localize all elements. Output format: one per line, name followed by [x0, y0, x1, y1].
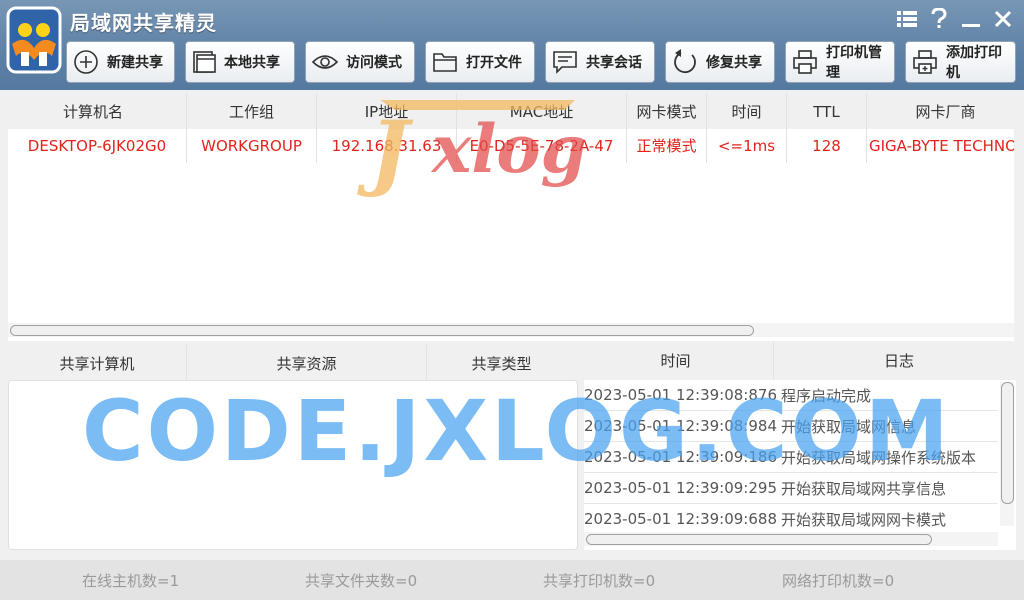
cell-nic-vendor: GIGA-BYTE TECHNO	[869, 137, 1014, 155]
col-computer-name[interactable]: 计算机名	[0, 93, 187, 131]
printer-manage-button[interactable]: 打印机管理	[785, 41, 895, 83]
log-hscroll-thumb[interactable]	[586, 534, 932, 545]
col-share-resource[interactable]: 共享资源	[187, 345, 427, 383]
list-item[interactable]: 2023-05-01 12:39:09:186 开始获取局域网操作系统版本	[584, 442, 998, 473]
hosts-hscrollbar[interactable]	[8, 323, 1014, 337]
log-list: 2023-05-01 12:39:08:876 程序启动完成 2023-05-01…	[584, 380, 998, 535]
cell-time: <=1ms	[707, 129, 787, 163]
hosts-table-header: 计算机名 工作组 IP地址 MAC地址 网卡模式 时间 TTL 网卡厂商	[0, 93, 1024, 131]
log-vscrollbar[interactable]	[1000, 382, 1014, 526]
folder-icon	[433, 53, 457, 72]
repair-share-button[interactable]: 修复共享	[665, 41, 775, 83]
col-mac[interactable]: MAC地址	[457, 93, 627, 131]
windows-icon	[193, 51, 216, 73]
col-time[interactable]: 时间	[707, 93, 787, 131]
shares-table-body	[8, 380, 578, 550]
cell-ip: 192.168.31.63	[317, 129, 457, 163]
local-share-button[interactable]: 本地共享	[185, 41, 295, 83]
col-workgroup[interactable]: 工作组	[187, 93, 317, 131]
chat-icon	[553, 51, 577, 74]
access-mode-button[interactable]: 访问模式	[305, 41, 415, 83]
cell-mac: E0-D5-5E-78-2A-47	[457, 129, 627, 163]
col-log-text[interactable]: 日志	[774, 342, 1024, 380]
col-nic-vendor[interactable]: 网卡厂商	[867, 93, 1024, 131]
cell-computer-name: DESKTOP-6JK02G0	[8, 129, 187, 163]
log-hscrollbar[interactable]	[584, 532, 998, 546]
shares-table-header: 共享计算机 共享资源 共享类型	[8, 345, 576, 383]
table-row[interactable]: DESKTOP-6JK02G0 WORKGROUP 192.168.31.63 …	[8, 129, 1014, 163]
status-bar: 在线主机数=1 共享文件夹数=0 共享打印机数=0 网络打印机数=0	[0, 560, 1024, 600]
app-logo-icon	[6, 6, 62, 74]
list-item[interactable]: 2023-05-01 12:39:09:688 开始获取局域网网卡模式	[584, 504, 998, 535]
col-ttl[interactable]: TTL	[787, 93, 867, 131]
shared-printers-count: 共享打印机数=0	[543, 571, 656, 590]
menu-list-icon[interactable]	[894, 6, 920, 32]
new-share-button[interactable]: 新建共享	[66, 41, 175, 83]
log-table-header: 时间 日志	[578, 342, 1024, 380]
add-printer-button[interactable]: 添加打印机	[905, 41, 1016, 83]
list-item[interactable]: 2023-05-01 12:39:08:876 程序启动完成	[584, 380, 998, 411]
window-controls	[894, 6, 1016, 32]
app-title: 局域网共享精灵	[70, 11, 217, 35]
title-bar: 局域网共享精灵 新建共享 本地共享 访问模式 打开文件 共享会话 修复共享 打印…	[0, 0, 1024, 90]
hosts-table-body: DESKTOP-6JK02G0 WORKGROUP 192.168.31.63 …	[8, 129, 1014, 341]
online-hosts-count: 在线主机数=1	[82, 571, 180, 590]
close-icon[interactable]	[990, 6, 1016, 32]
cell-workgroup: WORKGROUP	[187, 129, 317, 163]
printer-icon	[793, 50, 817, 74]
col-log-time[interactable]: 时间	[578, 342, 774, 380]
share-session-button[interactable]: 共享会话	[545, 41, 655, 83]
col-share-type[interactable]: 共享类型	[427, 345, 576, 383]
col-ip[interactable]: IP地址	[317, 93, 457, 131]
cell-ttl: 128	[787, 129, 867, 163]
minimize-icon[interactable]	[958, 6, 984, 32]
log-panel: 2023-05-01 12:39:08:876 程序启动完成 2023-05-01…	[584, 380, 1016, 550]
network-printers-count: 网络打印机数=0	[782, 571, 895, 590]
col-share-computer[interactable]: 共享计算机	[8, 345, 187, 383]
open-file-button[interactable]: 打开文件	[425, 41, 535, 83]
plus-circle-icon	[74, 50, 98, 74]
cell-nic-mode: 正常模式	[627, 129, 707, 163]
list-item[interactable]: 2023-05-01 12:39:08:984 开始获取局域网信息	[584, 411, 998, 442]
printer-add-icon	[913, 50, 937, 74]
help-icon[interactable]	[926, 6, 952, 32]
shared-folders-count: 共享文件夹数=0	[305, 571, 418, 590]
eye-icon	[312, 55, 338, 69]
col-nic-mode[interactable]: 网卡模式	[627, 93, 707, 131]
toolbar: 新建共享 本地共享 访问模式 打开文件 共享会话 修复共享 打印机管理 添加打印…	[66, 41, 1016, 83]
log-vscroll-thumb[interactable]	[1001, 382, 1014, 504]
list-item[interactable]: 2023-05-01 12:39:09:295 开始获取局域网共享信息	[584, 473, 998, 504]
hosts-hscroll-thumb[interactable]	[10, 325, 754, 336]
refresh-icon	[674, 49, 696, 74]
